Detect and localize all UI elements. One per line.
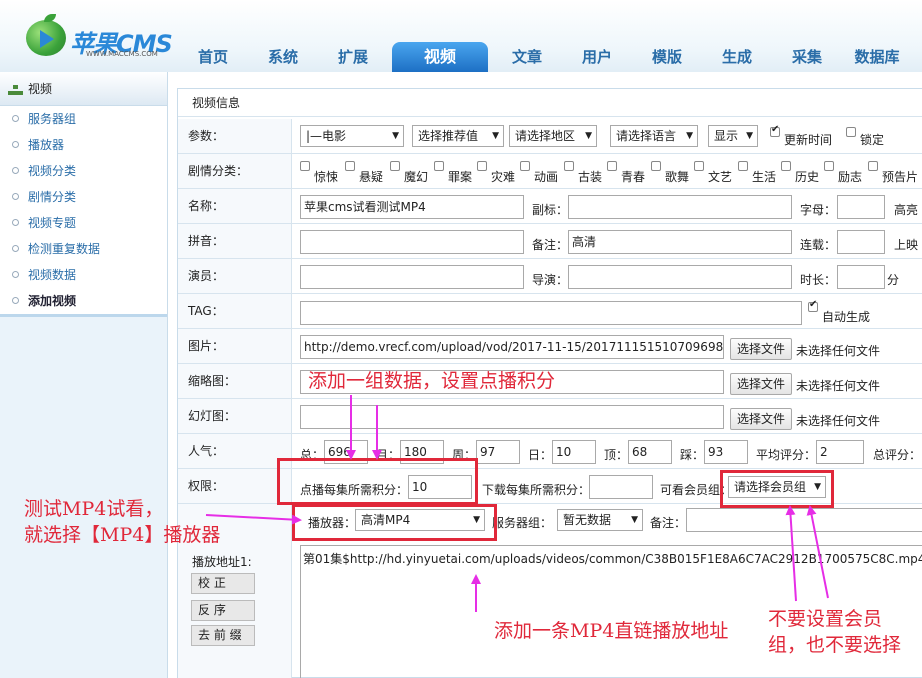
arrow-to-member-1 xyxy=(785,505,797,602)
arrow-to-player xyxy=(205,514,302,525)
page: 苹果CMS WWW.MACCMS.COM 首页 系统 扩展 视频 文章 用户 模… xyxy=(0,0,922,678)
annotation-arrows xyxy=(205,395,829,612)
arrow-to-member-2 xyxy=(806,505,829,599)
